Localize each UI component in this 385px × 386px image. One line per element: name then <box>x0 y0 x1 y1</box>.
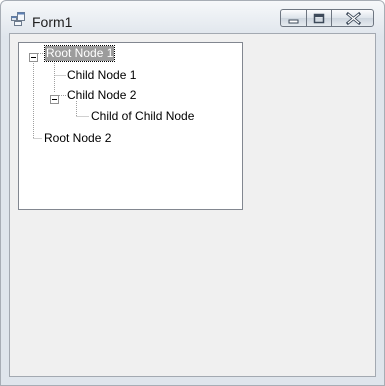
title-bar[interactable]: Form1 <box>1 1 384 33</box>
window-title: Form1 <box>32 14 73 30</box>
close-button[interactable] <box>331 9 374 27</box>
form-client-area: Root Node 1 Child Node 1 Child Node 2 Ch… <box>9 33 376 377</box>
tree-node-child-of-child-node[interactable]: Child of Child Node <box>90 109 195 124</box>
form-app-icon <box>11 12 27 26</box>
minus-expander-icon[interactable] <box>50 91 59 104</box>
tree-node-root-node-2[interactable]: Root Node 2 <box>43 131 112 146</box>
minimize-button[interactable] <box>280 9 306 27</box>
tree-node-root-node-1[interactable]: Root Node 1 <box>43 45 116 62</box>
maximize-button[interactable] <box>306 9 331 27</box>
tree-node-child-node-2[interactable]: Child Node 2 <box>66 88 137 103</box>
caption-buttons <box>280 9 374 29</box>
tree-node-child-node-1[interactable]: Child Node 1 <box>66 68 137 83</box>
tree-view[interactable]: Root Node 1 Child Node 1 Child Node 2 Ch… <box>18 42 243 210</box>
form-window: Form1 Root Node 1 Child Node 1 Child Nod… <box>0 0 385 386</box>
minus-expander-icon[interactable] <box>29 49 38 62</box>
